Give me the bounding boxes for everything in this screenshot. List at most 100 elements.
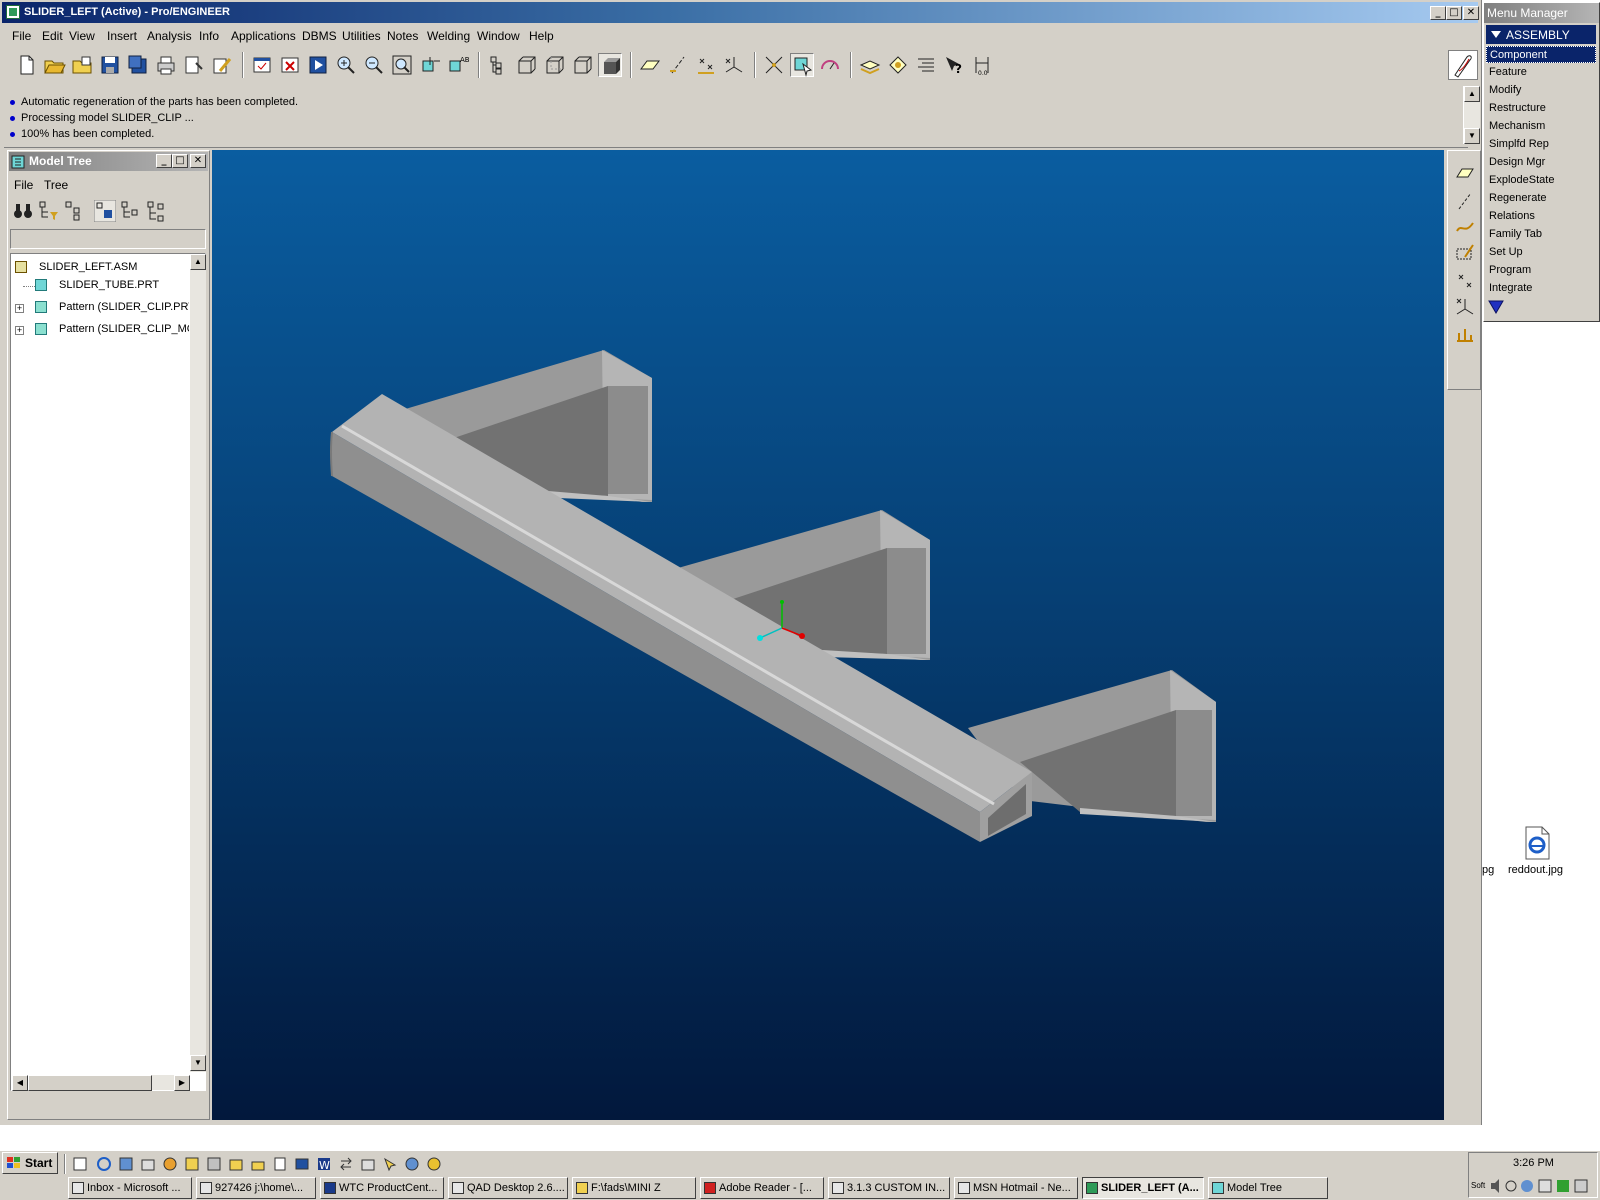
mm-item-program[interactable]: Program <box>1486 262 1596 279</box>
tree-vertical-scrollbar[interactable]: ▲ ▼ <box>189 254 206 1072</box>
coord-sys-icon[interactable] <box>1455 297 1475 317</box>
menu-help[interactable]: Help <box>529 29 554 43</box>
datum-point-icon[interactable] <box>1455 271 1475 291</box>
task-qad[interactable]: QAD Desktop 2.6.... <box>448 1177 568 1199</box>
clock[interactable]: 3:26 PM <box>1513 1157 1554 1169</box>
open-icon[interactable] <box>42 53 66 77</box>
no-hidden-icon[interactable] <box>570 53 594 77</box>
tree-item-pattern[interactable]: Pattern (SLIDER_CLIP.PRT) <box>35 301 199 313</box>
print-icon[interactable] <box>154 53 178 77</box>
mm-item-feature[interactable]: Feature <box>1486 64 1596 81</box>
saved-views-icon[interactable]: AB <box>446 53 470 77</box>
menu-info[interactable]: Info <box>199 29 219 43</box>
open-folder-icon[interactable] <box>70 53 94 77</box>
internet-explorer-icon[interactable] <box>96 1156 112 1172</box>
layers-icon[interactable] <box>858 53 882 77</box>
mm-item-design-mgr[interactable]: Design Mgr <box>1486 154 1596 171</box>
expand-all-icon[interactable] <box>120 200 142 222</box>
datum-axis-icon[interactable] <box>1455 191 1475 211</box>
assembly-model[interactable] <box>212 150 1444 1120</box>
menu-utilities[interactable]: Utilities <box>342 29 381 43</box>
save-copy-icon[interactable] <box>126 53 150 77</box>
refit-icon[interactable] <box>390 53 414 77</box>
quicklaunch-icon[interactable] <box>228 1156 244 1172</box>
quicklaunch-icon[interactable] <box>426 1156 442 1172</box>
scroll-left-button[interactable]: ◀ <box>12 1075 28 1091</box>
spin-center-icon[interactable] <box>762 53 786 77</box>
menu-manager-titlebar[interactable]: Menu Manager <box>1484 3 1599 23</box>
tree-item-assembly[interactable]: SLIDER_LEFT.ASM <box>15 261 137 273</box>
whats-this-icon[interactable]: ? <box>942 53 966 77</box>
task-hotmail[interactable]: MSN Hotmail - Ne... <box>954 1177 1078 1199</box>
mm-item-simplfd-rep[interactable]: Simplfd Rep <box>1486 136 1596 153</box>
menu-file[interactable]: File <box>12 29 31 43</box>
message-scrollbar[interactable]: ▲ ▼ <box>1463 86 1480 144</box>
menu-dbms[interactable]: DBMS <box>302 29 337 43</box>
shading-icon[interactable] <box>598 53 622 77</box>
dimension-icon[interactable]: 0.0 <box>970 53 994 77</box>
task-927426[interactable]: 927426 j:\home\... <box>196 1177 316 1199</box>
desktop-icon-label[interactable]: reddout.jpg <box>1508 864 1563 876</box>
menu-welding[interactable]: Welding <box>427 29 470 43</box>
task-slider-left[interactable]: SLIDER_LEFT (A... <box>1082 1177 1204 1199</box>
scroll-right-button[interactable]: ▶ <box>174 1075 190 1091</box>
expand-toggle[interactable]: + <box>15 326 24 335</box>
mm-item-explodestate[interactable]: ExplodeState <box>1486 172 1596 189</box>
tray-icons[interactable] <box>1489 1177 1593 1195</box>
minimize-button[interactable]: _ <box>1430 6 1446 20</box>
quicklaunch-icon[interactable] <box>250 1156 266 1172</box>
quicklaunch-icon[interactable] <box>382 1156 398 1172</box>
model-tree-titlebar[interactable]: Model Tree _ □ ✕ <box>9 152 208 171</box>
task-fads[interactable]: F:\fads\MINI Z <box>572 1177 696 1199</box>
menu-insert[interactable]: Insert <box>107 29 137 43</box>
mt-maximize-button[interactable]: □ <box>172 154 188 168</box>
start-button[interactable]: Start <box>2 1152 58 1174</box>
task-model-tree[interactable]: Model Tree <box>1208 1177 1328 1199</box>
quicklaunch-icon[interactable] <box>294 1156 310 1172</box>
mm-item-mechanism[interactable]: Mechanism <box>1486 118 1596 135</box>
datum-sketch-icon[interactable] <box>1455 243 1475 263</box>
tree-horizontal-scrollbar[interactable]: ◀ ▶ <box>11 1074 190 1091</box>
mt-minimize-button[interactable]: _ <box>156 154 172 168</box>
quicklaunch-icon[interactable]: W <box>316 1156 332 1172</box>
quicklaunch-icon[interactable] <box>140 1156 156 1172</box>
select-icon[interactable] <box>790 53 814 77</box>
jpg-file-icon[interactable] <box>1522 826 1552 860</box>
mm-item-family-tab[interactable]: Family Tab <box>1486 226 1596 243</box>
menu-manager-header[interactable]: ASSEMBLY <box>1486 25 1596 44</box>
quicklaunch-icon[interactable] <box>162 1156 178 1172</box>
expand-toggle[interactable]: + <box>15 304 24 313</box>
orient-icon[interactable] <box>418 53 442 77</box>
menu-view[interactable]: View <box>69 29 95 43</box>
activate-icon[interactable] <box>306 53 330 77</box>
edit-icon[interactable] <box>210 53 234 77</box>
scroll-up-button[interactable]: ▲ <box>190 254 206 270</box>
mt-menu-file[interactable]: File <box>14 178 33 192</box>
mm-item-integrate[interactable]: Integrate <box>1486 280 1596 297</box>
datum-curve-icon[interactable] <box>1455 217 1475 237</box>
maximize-button[interactable]: □ <box>1446 6 1462 20</box>
zoom-in-icon[interactable] <box>334 53 358 77</box>
tree-item-pattern[interactable]: Pattern (SLIDER_CLIP_MOU <box>35 323 207 335</box>
style-icon[interactable] <box>886 53 910 77</box>
mt-close-button[interactable]: ✕ <box>190 154 206 168</box>
align-icon[interactable] <box>914 53 938 77</box>
scroll-down-button[interactable]: ▼ <box>190 1055 206 1071</box>
datum-plane-icon[interactable] <box>1455 163 1475 183</box>
scroll-down-button[interactable]: ▼ <box>1464 128 1480 144</box>
mm-item-regenerate[interactable]: Regenerate <box>1486 190 1596 207</box>
menu-window[interactable]: Window <box>477 29 520 43</box>
analysis-feature-icon[interactable] <box>1455 325 1475 345</box>
menu-edit[interactable]: Edit <box>42 29 63 43</box>
window-titlebar[interactable]: SLIDER_LEFT (Active) - Pro/ENGINEER _ □ … <box>2 2 1479 23</box>
mm-item-modify[interactable]: Modify <box>1486 82 1596 99</box>
task-adobe[interactable]: Adobe Reader - [... <box>700 1177 824 1199</box>
tree-settings-icon[interactable] <box>94 200 116 222</box>
datum-plane-icon[interactable] <box>638 53 662 77</box>
quicklaunch-icon[interactable] <box>118 1156 134 1172</box>
quicklaunch-icon[interactable] <box>206 1156 222 1172</box>
datum-axis-icon[interactable] <box>666 53 690 77</box>
quicklaunch-icon[interactable] <box>404 1156 420 1172</box>
menu-applications[interactable]: Applications <box>231 29 296 43</box>
datum-point-icon[interactable] <box>694 53 718 77</box>
